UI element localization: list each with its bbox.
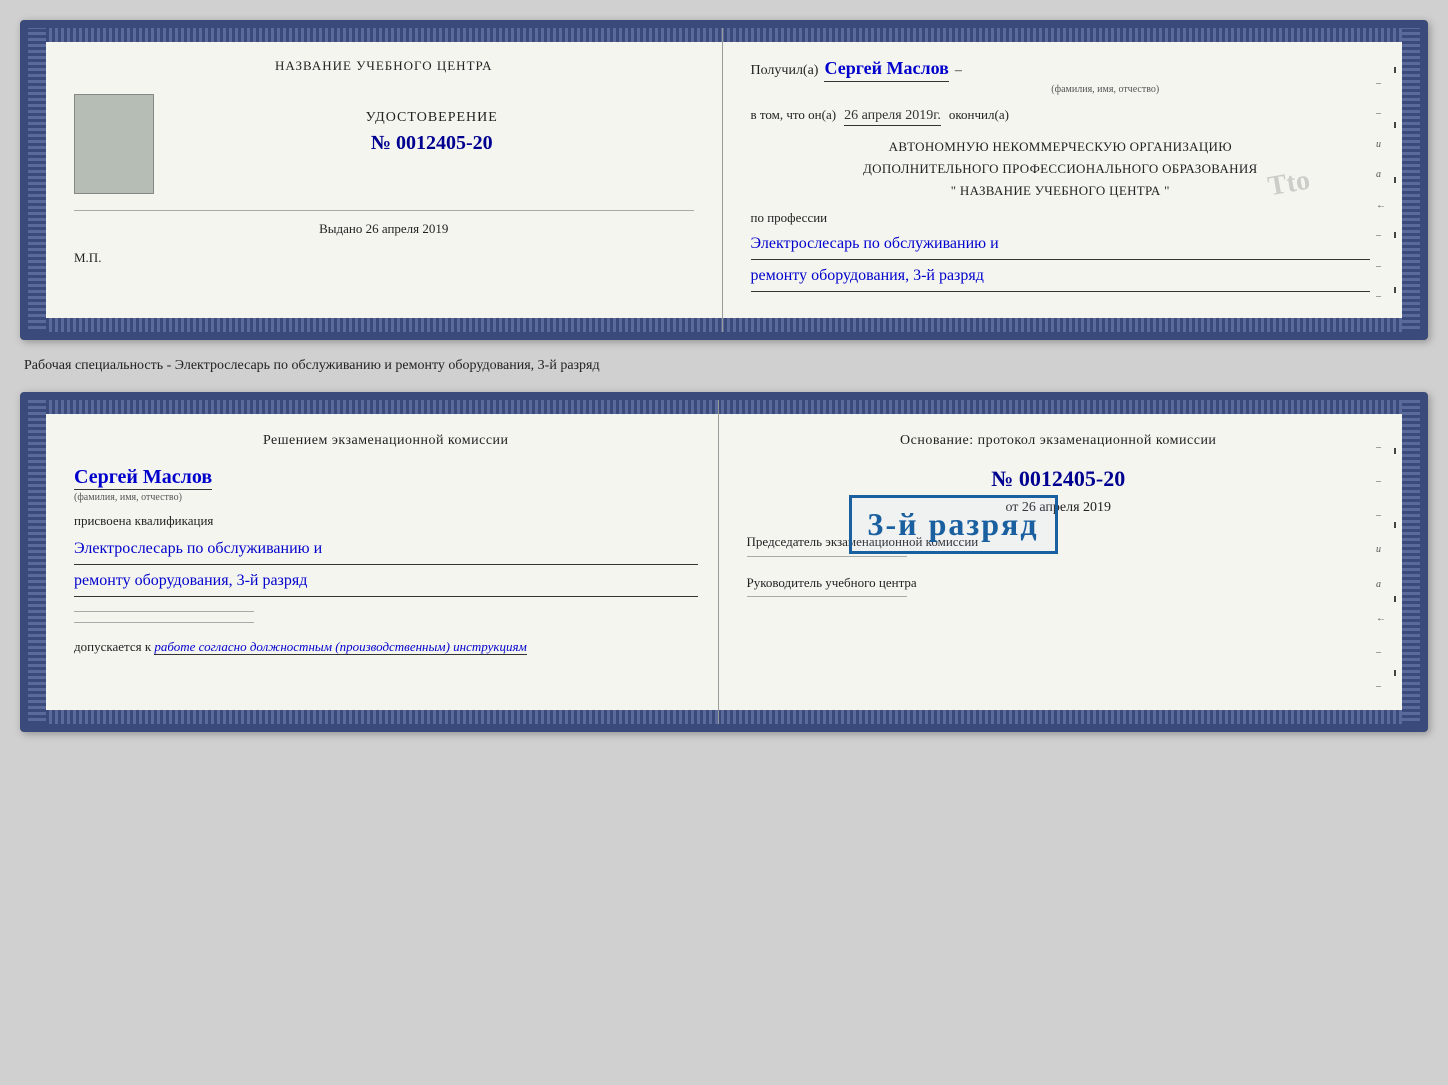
admission-block: допускается к работе согласно должностны…	[74, 639, 698, 655]
stamp-overlay: 3-й разряд	[849, 495, 1058, 554]
right-spine	[1402, 28, 1420, 332]
org-title-left: НАЗВАНИЕ УЧЕБНОГО ЦЕНТРА	[74, 58, 694, 74]
mp-label: М.П.	[74, 250, 694, 266]
qual-line2: ремонту оборудования, 3-й разряд	[74, 567, 698, 597]
right-side-marks: – – и а ← – – –	[1376, 68, 1384, 312]
admission-label: допускается к	[74, 639, 151, 654]
profession-line2: ремонту оборудования, 3-й разряд	[751, 262, 1371, 292]
name-subtitle: (фамилия, имя, отчество)	[841, 84, 1371, 95]
head-label: Руководитель учебного центра	[747, 573, 1371, 593]
in-that-row: в том, что он(а) 26 апреля 2019г. окончи…	[751, 107, 1371, 126]
dash-mark	[1394, 287, 1396, 293]
photo-cert-row: УДОСТОВЕРЕНИЕ № 0012405-20	[74, 94, 694, 194]
cert-label: УДОСТОВЕРЕНИЕ	[366, 110, 498, 126]
stamp-text: 3-й разряд	[868, 506, 1039, 543]
dash-mark	[1394, 177, 1396, 183]
admission-text: работе согласно должностным (производств…	[154, 639, 526, 655]
qual-line1: Электрослесарь по обслуживанию и	[74, 535, 698, 565]
issued-date-text: 26 апреля 2019	[366, 221, 449, 236]
cert1-left-panel: НАЗВАНИЕ УЧЕБНОГО ЦЕНТРА УДОСТОВЕРЕНИЕ №…	[46, 28, 723, 332]
protocol-number: № 0012405-20	[747, 466, 1371, 492]
certificate-1: НАЗВАНИЕ УЧЕБНОГО ЦЕНТРА УДОСТОВЕРЕНИЕ №…	[20, 20, 1428, 340]
sign-line1	[74, 611, 254, 612]
dash-mark	[1394, 232, 1396, 238]
completed-label: окончил(а)	[949, 107, 1009, 123]
dash1: –	[955, 63, 962, 79]
completion-date: 26 апреля 2019г.	[844, 108, 941, 126]
cert1-right-panel: Tto Получил(а) Сергей Маслов – (фамилия,…	[723, 28, 1391, 332]
profession-label: по профессии	[751, 210, 1371, 226]
cert-info-block: УДОСТОВЕРЕНИЕ № 0012405-20	[170, 94, 694, 155]
cert-number: № 0012405-20	[371, 132, 493, 155]
between-label: Рабочая специальность - Электрослесарь п…	[20, 356, 1428, 376]
sign-line2	[74, 622, 254, 623]
left-spine	[28, 28, 46, 332]
received-row: Получил(а) Сергей Маслов –	[751, 58, 1371, 82]
basis-label: Основание: протокол экзаменационной коми…	[747, 430, 1371, 452]
org-line1: АВТОНОМНУЮ НЕКОММЕРЧЕСКУЮ ОРГАНИЗАЦИЮ	[751, 136, 1371, 158]
person-name: Сергей Маслов	[74, 466, 212, 490]
right-side-dashes2	[1390, 414, 1400, 710]
issued-label: Выдано	[319, 221, 362, 236]
head-sign-line	[747, 596, 907, 597]
decision-label: Решением экзаменационной комиссии	[74, 430, 698, 452]
right-spine2	[1402, 400, 1420, 724]
in-that-label: в том, что он(а)	[751, 107, 837, 123]
profession-line1: Электрослесарь по обслуживанию и	[751, 230, 1371, 260]
right-side-marks2: – – – и а ← – –	[1376, 430, 1384, 704]
cert2-left-panel: Решением экзаменационной комиссии Сергей…	[46, 400, 719, 724]
qualification-label: присвоена квалификация	[74, 513, 698, 529]
chairman-label: Председатель экзаменационной комиссии	[747, 532, 1371, 552]
protocol-date-row: от 26 апреля 2019	[747, 500, 1371, 516]
org-block: АВТОНОМНУЮ НЕКОММЕРЧЕСКУЮ ОРГАНИЗАЦИЮ ДО…	[751, 136, 1371, 202]
recipient-name: Сергей Маслов	[824, 58, 948, 82]
org-line3: " НАЗВАНИЕ УЧЕБНОГО ЦЕНТРА "	[751, 180, 1371, 202]
left-spine2	[28, 400, 46, 724]
issued-block: Выдано 26 апреля 2019	[74, 210, 694, 238]
right-side-dashes	[1390, 42, 1400, 318]
received-label: Получил(а)	[751, 63, 819, 79]
chairman-sign-line	[747, 556, 907, 557]
cert2-right-panel: Основание: протокол экзаменационной коми…	[719, 400, 1391, 724]
dash-mark	[1394, 122, 1396, 128]
page-wrapper: НАЗВАНИЕ УЧЕБНОГО ЦЕНТРА УДОСТОВЕРЕНИЕ №…	[20, 20, 1428, 732]
name-subtitle2: (фамилия, имя, отчество)	[74, 492, 698, 503]
dash-mark	[1394, 67, 1396, 73]
photo-placeholder	[74, 94, 154, 194]
certificate-2: Решением экзаменационной комиссии Сергей…	[20, 392, 1428, 732]
org-line2: ДОПОЛНИТЕЛЬНОГО ПРОФЕССИОНАЛЬНОГО ОБРАЗО…	[751, 158, 1371, 180]
